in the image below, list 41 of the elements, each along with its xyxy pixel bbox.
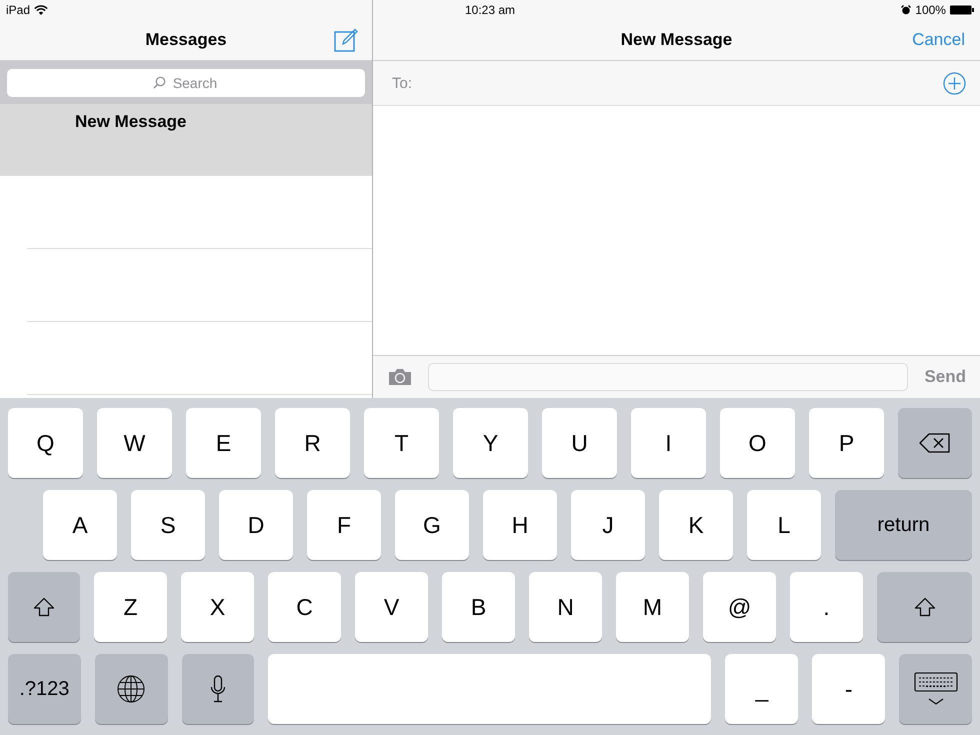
key[interactable]: C — [268, 572, 341, 642]
key[interactable]: U — [542, 408, 617, 478]
key[interactable]: S — [131, 490, 205, 560]
key[interactable]: K — [659, 490, 733, 560]
key[interactable]: _ — [725, 654, 798, 724]
key[interactable]: R — [275, 408, 350, 478]
key[interactable]: N — [529, 572, 602, 642]
key[interactable]: Y — [453, 408, 528, 478]
nav-title: Messages — [145, 30, 227, 50]
key[interactable]: V — [355, 572, 428, 642]
key[interactable]: A — [43, 490, 117, 560]
battery-label: 100% — [915, 3, 946, 17]
time-label: 10:23 am — [464, 3, 516, 17]
key[interactable]: J — [571, 490, 645, 560]
key[interactable]: O — [720, 408, 795, 478]
key[interactable]: E — [186, 408, 261, 478]
key[interactable]: T — [364, 408, 439, 478]
key[interactable]: Z — [94, 572, 167, 642]
key[interactable]: L — [747, 490, 821, 560]
key[interactable]: - — [812, 654, 886, 724]
key[interactable]: M — [616, 572, 689, 642]
key[interactable]: F — [307, 490, 381, 560]
key[interactable]: G — [395, 490, 469, 560]
key[interactable]: @ — [703, 572, 776, 642]
key[interactable]: Q — [8, 408, 83, 478]
conversation-row[interactable]: New Message — [0, 104, 372, 176]
search-field[interactable]: Search — [7, 68, 365, 96]
key[interactable]: H — [483, 490, 557, 560]
key[interactable]: X — [181, 572, 254, 642]
to-label: To: — [392, 74, 412, 92]
key[interactable]: return — [835, 490, 972, 560]
carrier-label: iPad — [6, 3, 30, 17]
conversation-title: New Message — [75, 112, 186, 131]
nav-title: New Message — [620, 30, 732, 50]
key[interactable]: B — [442, 572, 515, 642]
key[interactable]: I — [631, 408, 706, 478]
key[interactable]: W — [97, 408, 172, 478]
key[interactable]: P — [809, 408, 884, 478]
key[interactable]: . — [790, 572, 863, 642]
key[interactable]: .?123 — [8, 654, 81, 724]
key[interactable]: D — [219, 490, 293, 560]
